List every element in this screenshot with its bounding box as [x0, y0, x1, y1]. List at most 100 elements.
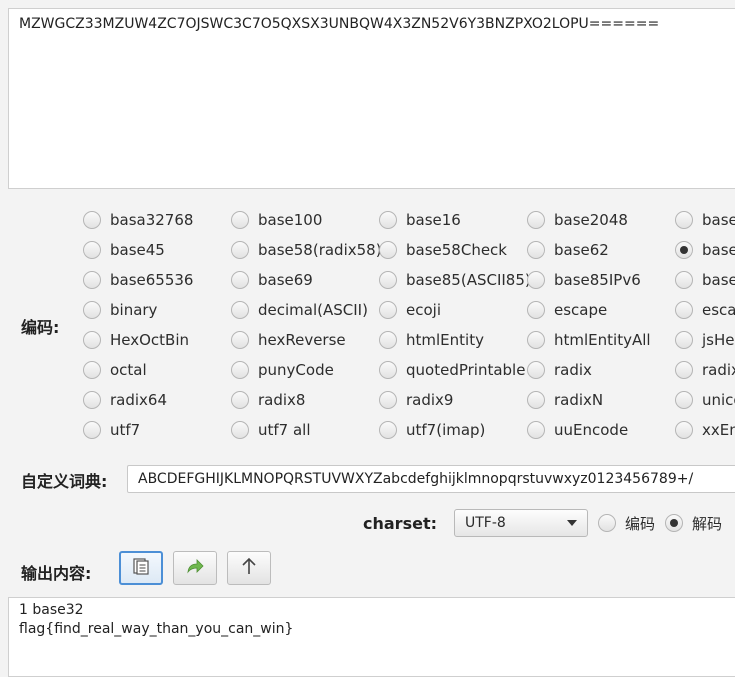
encoding-radio-label: radix	[702, 361, 735, 379]
radio-circle	[675, 271, 693, 289]
dict-label: 自定义词典:	[21, 472, 108, 491]
encoding-radio[interactable]: base100	[231, 205, 322, 235]
radio-circle	[527, 391, 545, 409]
radio-circle	[675, 421, 693, 439]
encoding-radio[interactable]: utf7 all	[231, 415, 311, 445]
encoding-radio-label: esca	[702, 301, 735, 319]
encoding-row: binary decimal(ASCII) ecoji escape esca	[83, 295, 735, 325]
encoding-radio[interactable]: punyCode	[231, 355, 334, 385]
encoding-radio[interactable]: base85IPv6	[527, 265, 641, 295]
encoding-radio-label: radix9	[406, 391, 454, 409]
encoding-radio-label: base85(ASCII85)	[406, 271, 531, 289]
output-textarea[interactable]: 1 base32 flag{find_real_way_than_you_can…	[8, 597, 735, 677]
encoding-radio[interactable]: base65536	[83, 265, 193, 295]
encoding-radio-label: utf7(imap)	[406, 421, 486, 439]
encoding-radio[interactable]: xxEn	[675, 415, 735, 445]
encoding-radio[interactable]: octal	[83, 355, 147, 385]
encoding-radio[interactable]: base45	[83, 235, 165, 265]
radio-circle	[379, 391, 397, 409]
encoding-radio[interactable]: htmlEntityAll	[527, 325, 651, 355]
encoding-radio[interactable]: HexOctBin	[83, 325, 189, 355]
radio-circle	[527, 301, 545, 319]
charset-label: charset:	[363, 514, 437, 533]
encoding-radio[interactable]: utf7	[83, 415, 140, 445]
encoding-radio-label: base2048	[554, 211, 628, 229]
encoding-radio-label: base	[702, 211, 735, 229]
mode-encode-radio[interactable]: 编码	[598, 509, 655, 537]
forward-button[interactable]	[173, 551, 217, 585]
radio-circle	[83, 211, 101, 229]
encoding-radio[interactable]: base58(radix58)	[231, 235, 382, 265]
encoding-radio[interactable]: htmlEntity	[379, 325, 484, 355]
encoding-radio[interactable]: base69	[231, 265, 313, 295]
encoding-radio[interactable]: uuEncode	[527, 415, 628, 445]
encoding-radio[interactable]: base16	[379, 205, 461, 235]
encoding-radio[interactable]: ecoji	[379, 295, 441, 325]
encoding-radio[interactable]: quotedPrintable	[379, 355, 525, 385]
encoding-radio[interactable]: base58Check	[379, 235, 507, 265]
encoding-radio[interactable]: jsHe	[675, 325, 735, 355]
radio-circle	[231, 301, 249, 319]
encoding-radio[interactable]: base	[675, 205, 735, 235]
encoding-radio[interactable]: esca	[675, 295, 735, 325]
radio-circle	[231, 421, 249, 439]
encoding-radio-label: base100	[258, 211, 323, 229]
encoding-radio[interactable]: base85(ASCII85)	[379, 265, 531, 295]
encoding-radio-label: ecoji	[406, 301, 441, 319]
encoding-radio-label: base58(radix58)	[258, 241, 382, 259]
encoding-radio[interactable]: radix8	[231, 385, 305, 415]
encoding-radio[interactable]: base	[675, 235, 735, 265]
dict-input[interactable]	[127, 465, 735, 493]
up-button[interactable]	[227, 551, 271, 585]
encoding-radio[interactable]: radix	[675, 355, 735, 385]
radio-circle	[83, 391, 101, 409]
encoding-row: base65536 base69 base85(ASCII85) base85IPv6…	[83, 265, 735, 295]
encoding-radio-label: radix8	[258, 391, 306, 409]
charset-select[interactable]: UTF-8	[454, 509, 588, 537]
encoding-radio-label: hexReverse	[258, 331, 346, 349]
encoding-radio[interactable]: unico	[675, 385, 735, 415]
radio-circle	[83, 301, 101, 319]
encoding-radio-label: quotedPrintable	[406, 361, 526, 379]
encoding-radio-label: escape	[554, 301, 608, 319]
up-arrow-icon	[240, 556, 258, 580]
radio-circle	[83, 331, 101, 349]
copy-button[interactable]	[119, 551, 163, 585]
radio-circle	[675, 211, 693, 229]
radio-circle	[83, 361, 101, 379]
radio-circle	[231, 211, 249, 229]
encoding-radio-label: base62	[554, 241, 609, 259]
encoding-radio[interactable]: decimal(ASCII)	[231, 295, 368, 325]
encoding-radio-label: binary	[110, 301, 158, 319]
radio-circle	[379, 271, 397, 289]
encoding-row: HexOctBin hexReverse htmlEntity htmlEntityA…	[83, 325, 735, 355]
encoding-radio-label: base85IPv6	[554, 271, 641, 289]
encoding-radio[interactable]: radix64	[83, 385, 167, 415]
radio-circle	[527, 211, 545, 229]
encoding-radio[interactable]: radix9	[379, 385, 453, 415]
encoding-radio-label: base	[702, 271, 735, 289]
encoding-radio-label: base45	[110, 241, 165, 259]
encoding-radio-label: base58Check	[406, 241, 507, 259]
charset-value: UTF-8	[465, 515, 506, 531]
encoding-radio-label: decimal(ASCII)	[258, 301, 368, 319]
encoding-radio[interactable]: base2048	[527, 205, 628, 235]
encoding-radio[interactable]: basa32768	[83, 205, 193, 235]
encoding-radio[interactable]: binary	[83, 295, 157, 325]
radio-circle	[231, 271, 249, 289]
radio-circle	[379, 421, 397, 439]
encoding-radio-label: jsHe	[702, 331, 735, 349]
encoding-row: radix64 radix8 radix9 radixN unico	[83, 385, 735, 415]
encoding-radio[interactable]: base62	[527, 235, 609, 265]
encoding-radio-label: htmlEntityAll	[554, 331, 651, 349]
encoding-radio[interactable]: radix	[527, 355, 592, 385]
radio-circle	[527, 271, 545, 289]
input-textarea[interactable]: MZWGCZ33MZUW4ZC7OJSWC3C7O5QXSX3UNBQW4X3Z…	[8, 8, 735, 189]
encoding-radio[interactable]: escape	[527, 295, 607, 325]
mode-decode-radio[interactable]: 解码	[665, 509, 722, 537]
encoding-radio[interactable]: base	[675, 265, 735, 295]
encoding-radio[interactable]: utf7(imap)	[379, 415, 485, 445]
encoding-radio-label: octal	[110, 361, 147, 379]
encoding-radio[interactable]: hexReverse	[231, 325, 346, 355]
encoding-radio[interactable]: radixN	[527, 385, 603, 415]
